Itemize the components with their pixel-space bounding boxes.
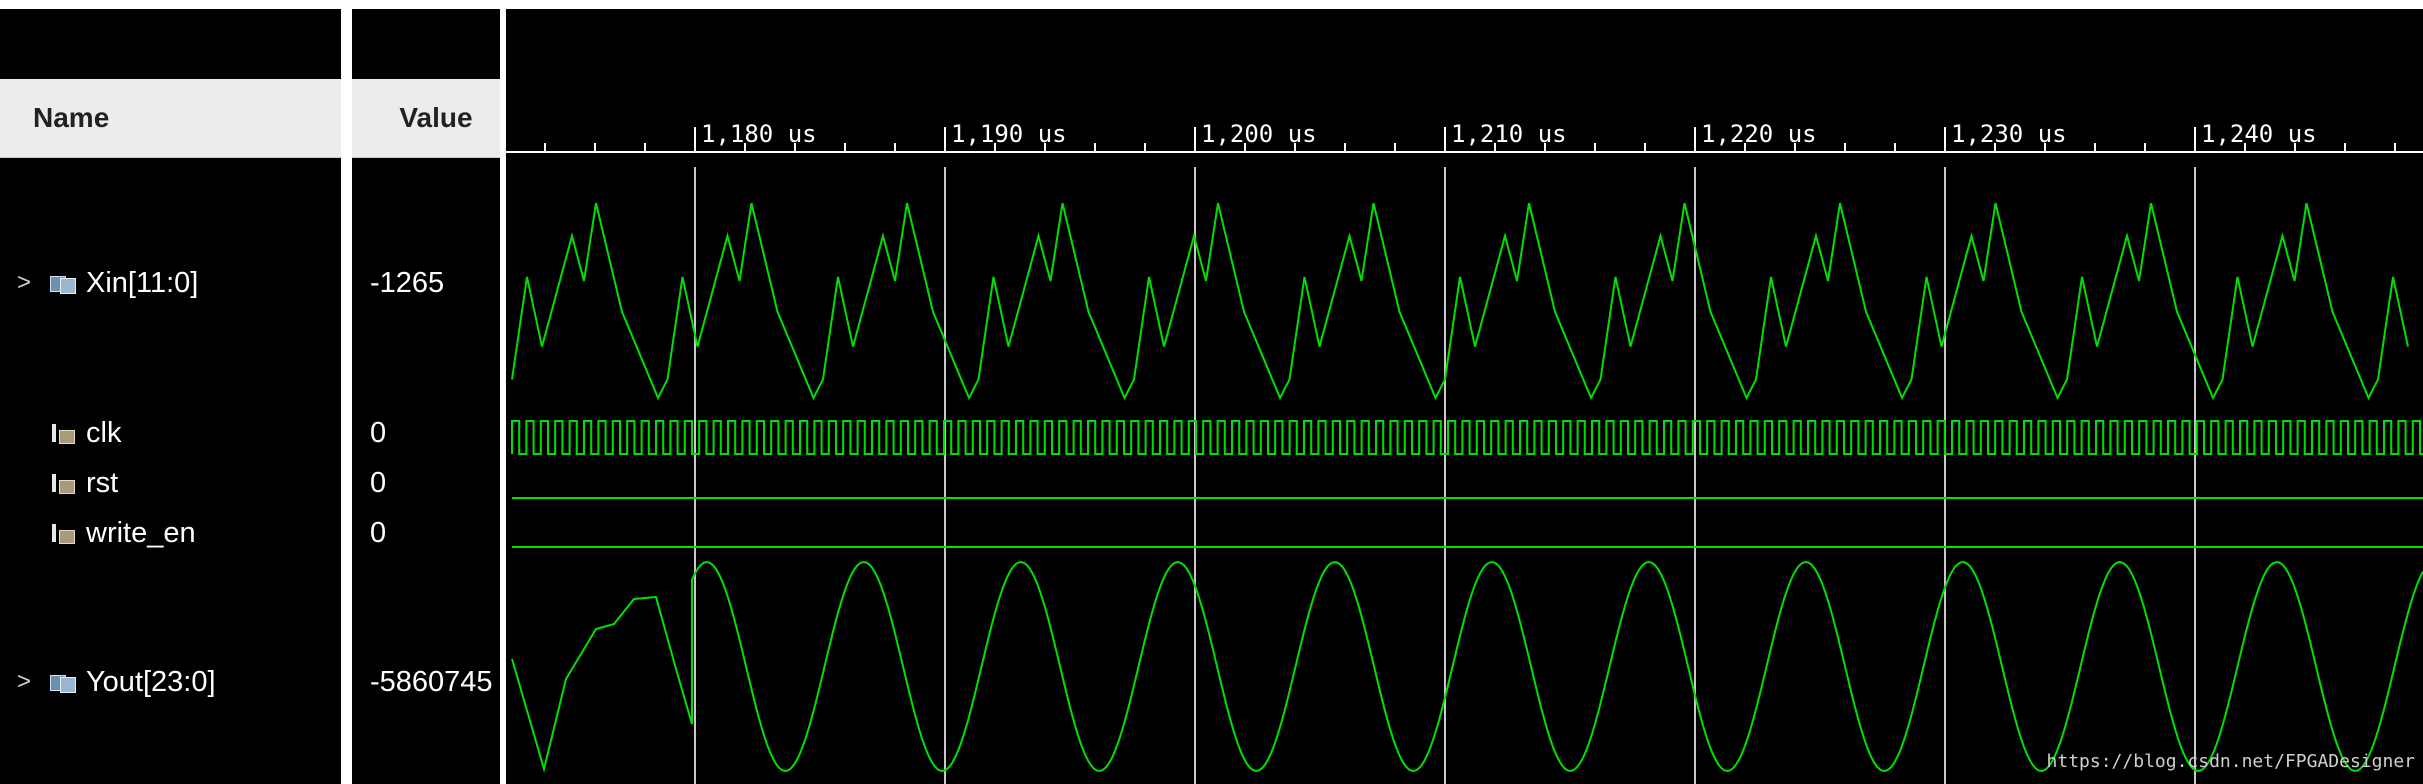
yout-waveform (511, 560, 2423, 773)
value-column-header[interactable]: Value (352, 79, 500, 158)
signal-name: clk (86, 416, 122, 449)
bus-icon (50, 272, 76, 294)
signal-name: Yout[23:0] (86, 665, 216, 698)
expand-chevron-icon[interactable]: > (14, 668, 34, 696)
signal-value: 0 (370, 516, 387, 549)
signal-value-clk: 0 (370, 413, 386, 453)
signal-value: 0 (370, 466, 387, 499)
expand-chevron-icon[interactable]: > (14, 269, 34, 297)
signal-row-yout[interactable]: > Yout[23:0] (14, 662, 216, 702)
bit-icon (50, 422, 76, 444)
xin-waveform (511, 202, 2409, 401)
signal-value-rst: 0 (370, 463, 386, 503)
clk-waveform (511, 420, 2423, 455)
ruler-label: 1,200 us (1201, 120, 1317, 148)
ruler-label: 1,230 us (1951, 120, 2067, 148)
ruler-label: 1,190 us (951, 120, 1067, 148)
signal-row-write-en[interactable]: write_en (14, 513, 196, 553)
signal-value: -1265 (370, 266, 445, 299)
watermark-text: https://blog.csdn.net/FPGADesigner (2046, 751, 2415, 772)
ruler-label: 1,240 us (2201, 120, 2317, 148)
signal-value-xin: -1265 (370, 263, 444, 303)
signal-value: 0 (370, 416, 387, 449)
name-column-header[interactable]: Name (0, 79, 341, 158)
waveforms (511, 202, 2423, 773)
signal-value-yout: -5860745 (370, 662, 493, 702)
signal-row-clk[interactable]: clk (14, 413, 121, 453)
bus-icon (50, 671, 76, 693)
signal-row-xin[interactable]: > Xin[11:0] (14, 263, 198, 303)
ruler-label: 1,220 us (1701, 120, 1817, 148)
ruler-label: 1,180 us (701, 120, 817, 148)
bit-icon (50, 472, 76, 494)
name-header-label: Name (33, 102, 110, 133)
signal-name: write_en (86, 516, 196, 549)
timeline-ruler: 1,180 us 1,190 us 1,200 us 1,210 us 1,220 us… (506, 120, 2423, 153)
signal-value: -5860745 (370, 665, 493, 698)
waveform-canvas[interactable]: 1,180 us 1,190 us 1,200 us 1,210 us 1,220 us… (506, 9, 2423, 784)
bit-icon (50, 522, 76, 544)
value-header-label: Value (399, 102, 473, 133)
signal-name: rst (86, 466, 119, 499)
signal-row-rst[interactable]: rst (14, 463, 118, 503)
signal-name: Xin[11:0] (86, 266, 199, 299)
ruler-label: 1,210 us (1451, 120, 1567, 148)
signal-value-write-en: 0 (370, 513, 386, 553)
